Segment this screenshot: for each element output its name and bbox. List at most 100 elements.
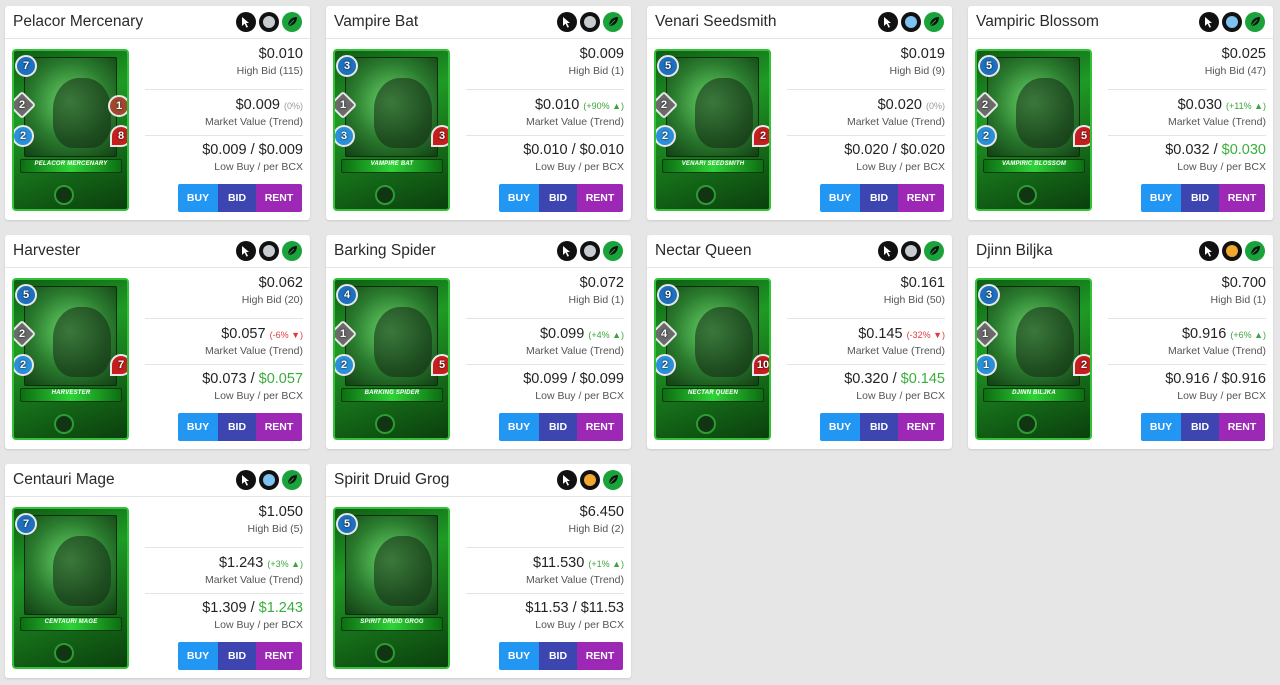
card-title[interactable]: Vampiric Blossom	[976, 13, 1099, 31]
card-art-portrait	[345, 515, 438, 615]
card-title[interactable]: Pelacor Mercenary	[13, 13, 143, 31]
card-header: Spirit Druid Grog	[326, 464, 631, 497]
leaf-icon	[924, 241, 944, 261]
rent-button[interactable]: RENT	[256, 413, 302, 441]
leaf-icon	[282, 470, 302, 490]
buy-button[interactable]: BUY	[820, 413, 860, 441]
bid-button[interactable]: BID	[218, 642, 256, 670]
market-value-label: Market Value (Trend)	[204, 345, 303, 357]
ability-icon	[1017, 185, 1037, 205]
ability-icon	[696, 185, 716, 205]
card-title[interactable]: Barking Spider	[334, 242, 436, 260]
bid-button[interactable]: BID	[860, 184, 898, 212]
high-bid-price: $0.161	[900, 275, 945, 291]
buy-button[interactable]: BUY	[178, 184, 218, 212]
high-bid-label: High Bid (50)	[883, 294, 945, 306]
high-bid-row: $0.072 High Bid (1)	[466, 273, 624, 318]
rent-button[interactable]: RENT	[1219, 413, 1265, 441]
card-art-name: PELACOR MERCENARY	[34, 161, 108, 167]
per-bcx-price: $0.009	[258, 142, 303, 158]
rent-button[interactable]: RENT	[898, 413, 944, 441]
per-bcx-price: $0.145	[900, 371, 945, 387]
card-pricing: $1.050 High Bid (5) $1.243 (+3% ▲) Marke…	[145, 502, 303, 638]
card-title[interactable]: Nectar Queen	[655, 242, 752, 260]
orb-icon	[259, 12, 279, 32]
bid-button[interactable]: BID	[218, 413, 256, 441]
buy-button[interactable]: BUY	[178, 642, 218, 670]
card-title[interactable]: Djinn Biljka	[976, 242, 1053, 260]
card-art-portrait	[345, 286, 438, 386]
card-artwork[interactable]: PELACOR MERCENARY 7 2 2 1 8	[12, 49, 129, 211]
card-art-figure	[53, 307, 111, 377]
card-title[interactable]: Harvester	[13, 242, 80, 260]
card-title[interactable]: Spirit Druid Grog	[334, 471, 449, 489]
rent-button[interactable]: RENT	[577, 413, 623, 441]
low-buy-price: $0.020 / $0.020	[844, 142, 945, 158]
card-artwork[interactable]: DJINN BILJKA 3 1 1 2	[975, 278, 1092, 440]
card-artwork[interactable]: SPIRIT DRUID GROG 5	[333, 507, 450, 669]
market-value-row: $0.030 (+11% ▲) Market Value (Trend)	[1108, 89, 1266, 135]
low-buy-price: $0.099 / $0.099	[523, 371, 624, 387]
bid-button[interactable]: BID	[860, 413, 898, 441]
health-stat: 5	[431, 354, 448, 376]
rent-button[interactable]: RENT	[1219, 184, 1265, 212]
health-stat: 8	[110, 125, 127, 147]
ability-icon	[54, 185, 74, 205]
mana-stat: 5	[978, 55, 1000, 77]
card-art-name: CENTAURI MAGE	[44, 619, 98, 625]
card-artwork[interactable]: VENARI SEEDSMITH 5 2 2 2	[654, 49, 771, 211]
card-art-name: SPIRIT DRUID GROG	[360, 619, 424, 625]
trend-indicator: (-6% ▼)	[269, 330, 303, 340]
card-title[interactable]: Vampire Bat	[334, 13, 418, 31]
market-value-row: $0.916 (+6% ▲) Market Value (Trend)	[1108, 318, 1266, 364]
rent-button[interactable]: RENT	[256, 184, 302, 212]
rent-button[interactable]: RENT	[577, 642, 623, 670]
rent-button[interactable]: RENT	[577, 184, 623, 212]
buy-button[interactable]: BUY	[499, 642, 539, 670]
rent-button[interactable]: RENT	[898, 184, 944, 212]
card-title[interactable]: Centauri Mage	[13, 471, 115, 489]
buy-button[interactable]: BUY	[499, 184, 539, 212]
low-buy-price: $0.320 / $0.145	[844, 371, 945, 387]
card-artwork[interactable]: VAMPIRE BAT 3 1 3 3	[333, 49, 450, 211]
bid-button[interactable]: BID	[1181, 413, 1219, 441]
ability-icon	[54, 643, 74, 663]
market-value-price: $0.010 (+90% ▲)	[534, 97, 624, 113]
buy-button[interactable]: BUY	[1141, 413, 1181, 441]
low-buy-label: Low Buy / per BCX	[856, 390, 945, 402]
low-buy-price: $1.309 / $1.243	[202, 600, 303, 616]
buy-button[interactable]: BUY	[820, 184, 860, 212]
mana-stat: 7	[15, 55, 37, 77]
card-header-icons	[557, 12, 623, 32]
bid-button[interactable]: BID	[539, 413, 577, 441]
bid-button[interactable]: BID	[539, 642, 577, 670]
speed-stat: 3	[335, 125, 355, 147]
high-bid-price: $0.009	[579, 46, 624, 62]
card-artwork[interactable]: CENTAURI MAGE 7	[12, 507, 129, 669]
card-title[interactable]: Venari Seedsmith	[655, 13, 777, 31]
card-artwork[interactable]: VAMPIRIC BLOSSOM 5 2 2 5	[975, 49, 1092, 211]
per-bcx-price: $11.53	[580, 600, 624, 616]
card-header-icons	[878, 241, 944, 261]
market-value-label: Market Value (Trend)	[204, 574, 303, 586]
rent-button[interactable]: RENT	[256, 642, 302, 670]
high-bid-price: $0.072	[579, 275, 624, 291]
card-header: Nectar Queen	[647, 235, 952, 268]
high-bid-row: $0.700 High Bid (1)	[1108, 273, 1266, 318]
market-value-label: Market Value (Trend)	[846, 116, 945, 128]
card-artwork[interactable]: BARKING SPIDER 4 1 2 5	[333, 278, 450, 440]
card-artwork[interactable]: HARVESTER 5 2 2 7	[12, 278, 129, 440]
card-artwork[interactable]: NECTAR QUEEN 9 4 2 10	[654, 278, 771, 440]
low-buy-row: $11.53 / $11.53 Low Buy / per BCX	[466, 593, 624, 638]
buy-button[interactable]: BUY	[1141, 184, 1181, 212]
bid-button[interactable]: BID	[539, 184, 577, 212]
high-bid-label: High Bid (115)	[236, 65, 303, 77]
mana-stat: 7	[15, 513, 37, 535]
bid-button[interactable]: BID	[1181, 184, 1219, 212]
buy-button[interactable]: BUY	[499, 413, 539, 441]
market-card: Venari Seedsmith VENARI SEEDSMITH 5 2 2 …	[647, 6, 952, 220]
card-art-portrait	[666, 57, 759, 157]
market-value-label: Market Value (Trend)	[525, 116, 624, 128]
bid-button[interactable]: BID	[218, 184, 256, 212]
buy-button[interactable]: BUY	[178, 413, 218, 441]
